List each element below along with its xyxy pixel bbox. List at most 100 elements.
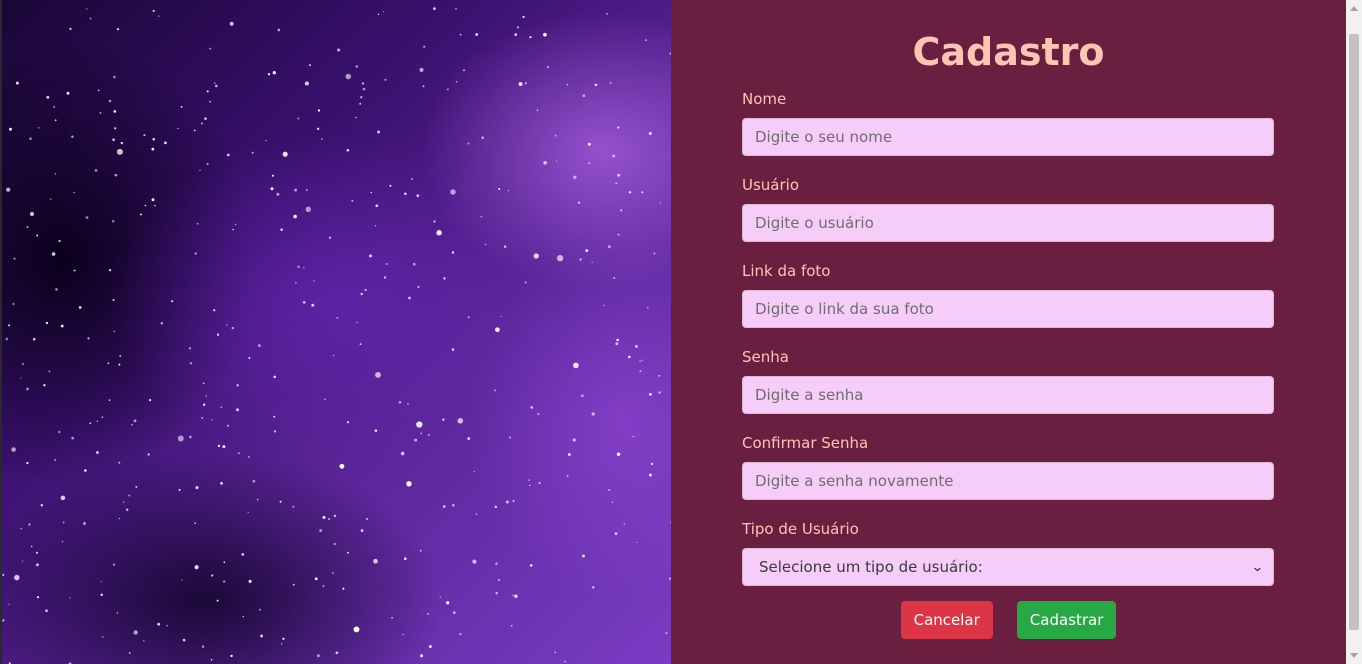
star: [270, 187, 274, 191]
star: [360, 529, 364, 532]
star: [236, 408, 239, 412]
star: [404, 192, 407, 196]
star: [95, 451, 99, 454]
star: [45, 609, 48, 613]
star: [498, 188, 501, 190]
scroll-up-arrow-icon[interactable]: [1350, 6, 1358, 11]
star: [594, 83, 598, 87]
star: [166, 625, 168, 627]
star: [628, 191, 632, 194]
star: [436, 230, 442, 236]
star: [143, 640, 145, 642]
star: [439, 596, 441, 598]
star: [164, 141, 167, 145]
star: [467, 142, 470, 145]
star: [54, 173, 56, 175]
name-input[interactable]: [742, 118, 1274, 156]
star: [319, 529, 323, 533]
star: [566, 84, 569, 86]
star: [614, 532, 618, 535]
star: [507, 189, 510, 192]
star: [456, 81, 458, 83]
photo-link-field-group: Link da foto: [742, 260, 1274, 328]
confirm-password-input[interactable]: [742, 462, 1274, 500]
star: [101, 416, 104, 418]
star: [328, 518, 330, 520]
cancel-button[interactable]: Cancelar: [900, 601, 993, 639]
star: [188, 347, 192, 350]
star: [29, 137, 32, 140]
star: [118, 363, 121, 366]
star: [236, 384, 239, 387]
star: [375, 204, 379, 208]
username-input[interactable]: [742, 204, 1274, 242]
star: [152, 9, 155, 12]
register-button[interactable]: Cadastrar: [1016, 601, 1117, 639]
star: [61, 541, 64, 543]
star: [220, 406, 223, 409]
star: [272, 71, 276, 75]
star: [222, 580, 226, 583]
star: [616, 338, 619, 342]
star: [374, 225, 377, 227]
star: [613, 277, 616, 279]
star: [36, 234, 39, 237]
confirm-password-field-group: Confirmar Senha: [742, 432, 1274, 500]
star: [28, 523, 31, 526]
scroll-down-arrow-icon[interactable]: [1350, 653, 1358, 658]
star: [383, 276, 387, 279]
photo-link-label: Link da foto: [742, 262, 831, 280]
star: [321, 138, 323, 140]
star: [2, 619, 5, 622]
star: [242, 615, 245, 618]
star: [494, 389, 496, 392]
star: [455, 8, 457, 10]
star: [416, 194, 420, 198]
star: [85, 216, 89, 220]
star: [351, 199, 354, 202]
scrollbar-thumb[interactable]: [1349, 34, 1359, 630]
star: [400, 451, 405, 456]
star: [518, 82, 523, 87]
star: [566, 475, 569, 477]
user-type-select[interactable]: Selecione um tipo de usuário: ⌄: [742, 548, 1274, 586]
star: [265, 139, 267, 142]
star: [573, 175, 577, 179]
star: [222, 445, 226, 449]
star: [11, 447, 16, 452]
star: [336, 317, 339, 319]
star: [537, 413, 540, 415]
star: [364, 289, 367, 292]
star: [620, 209, 623, 212]
photo-link-input[interactable]: [742, 290, 1274, 328]
star: [335, 651, 339, 655]
star: [650, 462, 654, 466]
star: [512, 594, 514, 597]
star: [205, 395, 208, 397]
star: [359, 343, 362, 346]
star: [497, 579, 500, 582]
star: [342, 587, 345, 590]
username-field-group: Usuário: [742, 174, 1274, 242]
star: [503, 245, 507, 248]
vertical-scrollbar[interactable]: [1346, 0, 1362, 664]
star: [158, 15, 160, 17]
star: [417, 285, 420, 288]
star: [273, 375, 276, 379]
user-type-field-group: Tipo de Usuário Selecione um tipo de usu…: [742, 518, 1274, 586]
star: [332, 572, 334, 574]
star: [271, 174, 274, 177]
star: [332, 354, 335, 357]
star: [591, 261, 593, 263]
star: [292, 505, 295, 508]
page-title: Cadastro: [912, 30, 1105, 74]
star: [279, 500, 282, 503]
name-field-group: Nome: [742, 88, 1274, 156]
star: [572, 438, 576, 442]
star: [69, 27, 72, 31]
star: [202, 382, 205, 385]
password-input[interactable]: [742, 376, 1274, 414]
star: [475, 33, 479, 36]
star: [40, 504, 44, 507]
star: [199, 169, 201, 172]
